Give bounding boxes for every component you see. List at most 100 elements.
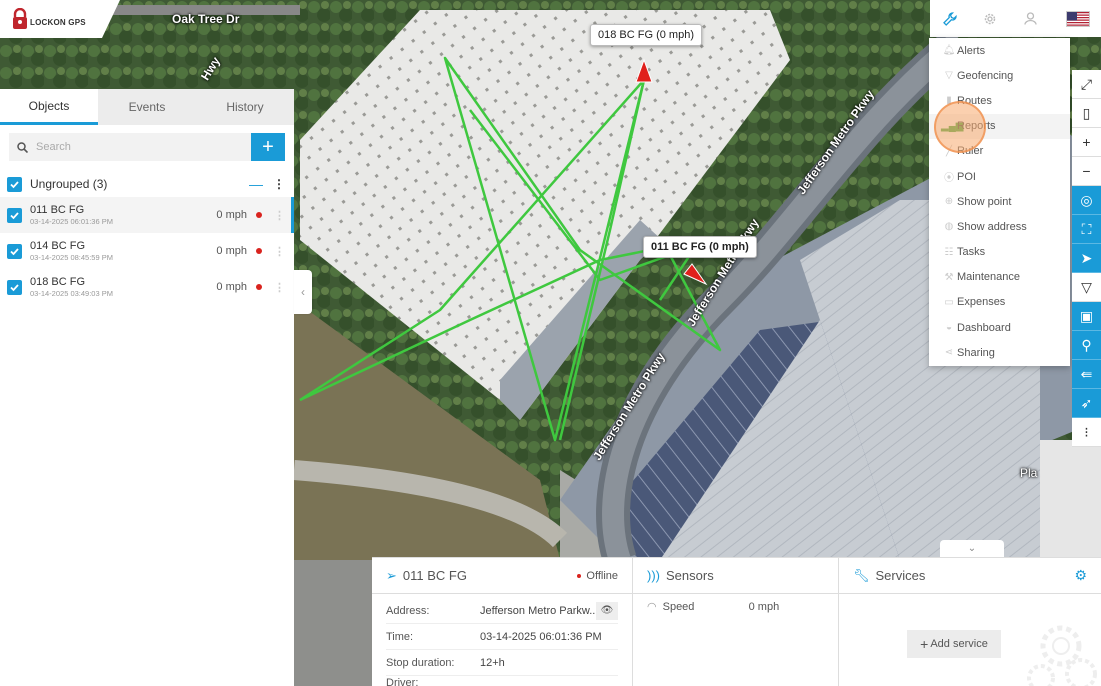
info-key: Address: [386, 604, 430, 617]
object-menu-icon[interactable]: ⋮ [274, 281, 285, 294]
info-row-driver: Driver: [386, 676, 618, 686]
map-controls-toolbar: ⤢ ▯ + − ◎ ⛶ ➤ ▽ ▣ ⚲ ⇚ ➶ ⁝ [1072, 70, 1101, 447]
offline-status-icon [256, 284, 262, 290]
info-value: 03-14-2025 06:01:36 PM [480, 630, 602, 643]
menu-item-label: Sharing [957, 346, 995, 359]
top-toolbar [930, 0, 1101, 37]
object-checkbox[interactable] [7, 207, 22, 223]
object-name: 014 BC FG [30, 240, 86, 252]
add-service-button[interactable]: + Add service [907, 630, 1001, 658]
services-header: 🔧︎ Services ⚙ [839, 558, 1101, 594]
menu-item-show-address[interactable]: ◍ Show address [929, 214, 1070, 239]
map-pin-icon[interactable]: ⚲ [1072, 331, 1101, 360]
bottom-panel-toggle[interactable]: ⌄ [940, 540, 1004, 557]
navigation-arrow-icon: ➢ [386, 567, 397, 583]
navigate-icon[interactable]: ➤ [1072, 244, 1101, 273]
menu-item-label: Maintenance [957, 271, 1020, 284]
menu-item-label: Ruler [957, 145, 984, 158]
object-speed: 0 mph [216, 281, 247, 293]
group-menu-icon[interactable]: ⋮ [273, 177, 285, 191]
object-row[interactable]: 018 BC FG 03-14-2025 03:49:03 PM 0 mph ⋮ [0, 269, 294, 305]
globe-icon: ◍ [944, 221, 954, 233]
object-time: 03-14-2025 03:49:03 PM [30, 289, 113, 298]
object-details-panel: ➢ 011 BC FG Offline Address: Jefferson M… [372, 557, 1101, 686]
zoom-out-icon[interactable]: − [1072, 157, 1101, 186]
menu-item-sharing[interactable]: ⋖ Sharing [929, 340, 1070, 365]
route-toggle-icon[interactable]: ⇚ [1072, 360, 1101, 389]
geofence-toggle-icon[interactable]: ▽ [1072, 273, 1101, 302]
ruler-icon: ╱ [945, 145, 953, 157]
collapse-panel-button[interactable]: ‹ [294, 270, 312, 314]
add-service-label: Add service [930, 638, 988, 650]
brand-logo[interactable]: LOCKON GPS [0, 0, 120, 38]
menu-item-geofencing[interactable]: ▽ Geofencing [929, 63, 1070, 88]
search-box [9, 133, 251, 161]
road-label-plaza: Pla [1020, 466, 1038, 480]
menu-item-label: Tasks [957, 246, 986, 259]
money-icon: ▭ [944, 296, 954, 308]
collapse-group-icon[interactable]: — [249, 176, 263, 192]
object-row[interactable]: 014 BC FG 03-14-2025 08:45:59 PM 0 mph ⋮ [0, 233, 294, 269]
sensors-title: Sensors [666, 568, 714, 583]
object-time: 03-14-2025 08:45:59 PM [30, 253, 113, 262]
tools-dropdown-menu: 🔔︎ Alerts ▽ Geofencing ▮ Routes ▂▄▆ Reports … [929, 38, 1070, 366]
object-menu-icon[interactable]: ⋮ [274, 209, 285, 222]
fit-bounds-icon[interactable]: ⛶ [1072, 215, 1101, 244]
tab-objects[interactable]: Objects [0, 89, 98, 125]
fullscreen-icon[interactable]: ⤢ [1072, 70, 1101, 99]
menu-item-show-point[interactable]: ⊕ Show point [929, 189, 1070, 214]
offline-status-icon [577, 573, 582, 578]
menu-item-label: Routes [957, 94, 992, 107]
offline-status-icon [256, 212, 262, 218]
menu-item-dashboard[interactable]: ◒ Dashboard [929, 315, 1070, 340]
add-object-button[interactable]: + [251, 133, 285, 161]
tab-history[interactable]: History [196, 89, 294, 125]
group-header[interactable]: Ungrouped (3) — ⋮ [0, 171, 294, 197]
object-checkbox[interactable] [7, 279, 22, 295]
menu-item-label: Dashboard [957, 321, 1011, 334]
menu-item-poi[interactable]: ⦿ POI [929, 164, 1070, 189]
target-icon[interactable]: ◎ [1072, 186, 1101, 215]
user-icon[interactable] [1010, 0, 1050, 37]
gear-icon[interactable] [970, 0, 1010, 37]
object-title: 011 BC FG [402, 568, 467, 583]
menu-item-tasks[interactable]: ☷ Tasks [929, 240, 1070, 265]
menu-item-ruler[interactable]: ╱ Ruler [929, 139, 1070, 164]
menu-item-routes[interactable]: ▮ Routes [929, 88, 1070, 113]
traffic-light-icon[interactable]: ⁝ [1072, 418, 1101, 447]
group-checkbox[interactable] [7, 176, 22, 192]
plus-icon: + [920, 636, 929, 652]
info-value: 12+h [480, 656, 505, 669]
menu-item-expenses[interactable]: ▭ Expenses [929, 290, 1070, 315]
object-info-header: ➢ 011 BC FG Offline [372, 558, 632, 594]
menu-item-maintenance[interactable]: ⚒ Maintenance [929, 265, 1070, 290]
search-input[interactable] [36, 141, 216, 153]
menu-item-alerts[interactable]: 🔔︎ Alerts [929, 38, 1070, 63]
geofence-icon: ▽ [945, 70, 953, 82]
gear-icon[interactable]: ⚙ [1074, 567, 1087, 584]
object-menu-icon[interactable]: ⋮ [274, 245, 285, 258]
services-title: Services [875, 568, 926, 583]
selected-indicator [291, 197, 294, 233]
menu-item-reports[interactable]: ▂▄▆ Reports [929, 113, 1070, 139]
services-section: 🔧︎ Services ⚙ + Add service [839, 558, 1101, 686]
send-icon[interactable]: ➶ [1072, 389, 1101, 418]
objects-panel: Objects Events History + Ungrouped (3) —… [0, 89, 294, 686]
us-flag-icon[interactable] [1066, 10, 1090, 27]
sensors-header: ))) Sensors [633, 558, 838, 594]
map-layers-icon[interactable]: ▯ [1072, 99, 1101, 128]
zoom-in-icon[interactable]: + [1072, 128, 1101, 157]
object-checkbox[interactable] [7, 243, 22, 259]
vehicle-tooltip-018[interactable]: 018 BC FG (0 mph) [590, 24, 702, 46]
wrench-icon: 🔧︎ [853, 567, 870, 583]
tasks-icon: ☷ [944, 246, 954, 258]
poi-toggle-icon[interactable]: ▣ [1072, 302, 1101, 331]
vehicle-tooltip-011[interactable]: 011 BC FG (0 mph) [643, 236, 757, 258]
object-row[interactable]: 011 BC FG 03-14-2025 06:01:36 PM 0 mph ⋮ [0, 197, 294, 233]
search-icon [17, 141, 28, 153]
wrench-icon[interactable] [930, 0, 970, 37]
tab-events[interactable]: Events [98, 89, 196, 125]
object-status: Offline [586, 569, 618, 582]
eye-icon[interactable]: 👁︎ [596, 601, 618, 620]
panel-tabs: Objects Events History [0, 89, 294, 125]
